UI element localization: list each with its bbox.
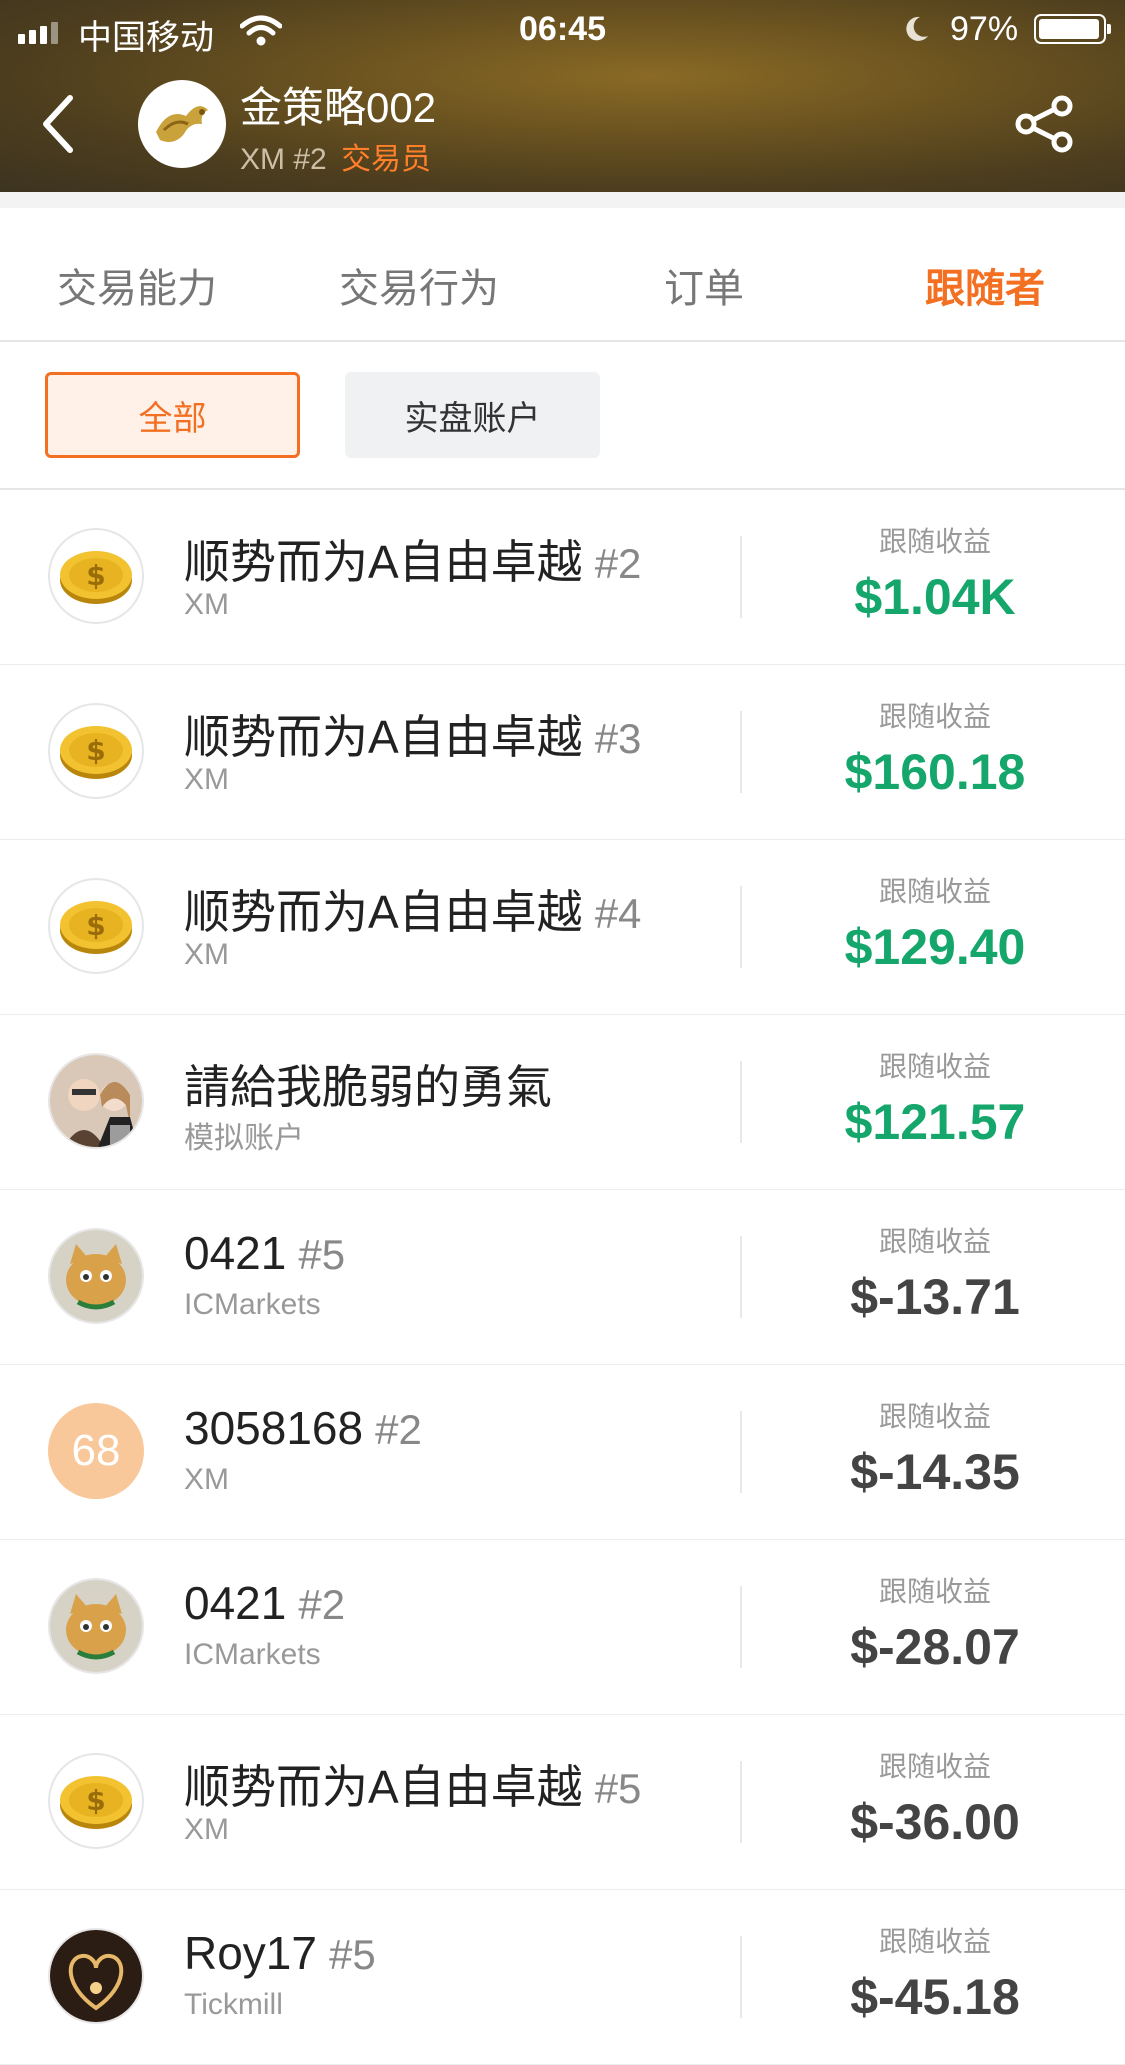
svg-text:$: $ <box>86 559 105 592</box>
profit-value: $129.40 <box>844 919 1026 975</box>
status-bar: 中国移动 06:45 97% <box>0 0 1125 60</box>
follower-broker: XM <box>184 1463 229 1496</box>
svg-text:$: $ <box>86 909 105 942</box>
filter-live-account-button[interactable]: 实盘账户 <box>345 372 600 458</box>
follower-name: 0421 #2 <box>184 1577 346 1629</box>
follower-broker: ICMarkets <box>184 1288 321 1321</box>
follower-broker: Tickmill <box>184 1988 283 2021</box>
profit-value: $-36.00 <box>850 1794 1020 1850</box>
follower-broker: XM <box>184 938 229 971</box>
cat-avatar <box>48 1228 144 1324</box>
row-divider <box>740 711 742 793</box>
heart-avatar <box>48 1928 144 2024</box>
strategy-name: 金策略002 <box>240 84 437 131</box>
row-divider <box>740 886 742 968</box>
coin-avatar: $ <box>48 878 144 974</box>
follower-broker: XM <box>184 763 229 796</box>
row-divider <box>740 1936 742 2018</box>
svg-text:$: $ <box>86 1784 105 1817</box>
row-divider <box>740 1411 742 1493</box>
tab-bar: 交易能力 交易行为 订单 跟随者 <box>0 208 1125 342</box>
filter-bar: 全部 实盘账户 <box>0 342 1125 490</box>
tab-trading-ability[interactable]: 交易能力 <box>57 256 217 314</box>
profit-label: 跟随收益 <box>878 1401 991 1432</box>
back-arrow-icon[interactable] <box>38 92 78 156</box>
profit-label: 跟随收益 <box>878 876 991 907</box>
profit-value: $1.04K <box>854 569 1016 625</box>
follower-row[interactable]: 請給我脆弱的勇氣 模拟账户 跟随收益 $121.57 <box>0 1015 1125 1190</box>
follower-row[interactable]: $ 顺势而为A自由卓越 #2 XM 跟随收益 $1.04K <box>0 490 1125 665</box>
battery-icon <box>1034 14 1111 44</box>
follower-name: Roy17 #5 <box>184 1927 376 1979</box>
profit-label: 跟随收益 <box>878 526 991 557</box>
filter-all-button[interactable]: 全部 <box>45 372 300 458</box>
svg-text:$: $ <box>86 734 105 767</box>
coin-avatar: $ <box>48 703 144 799</box>
follower-broker: XM <box>184 1813 229 1846</box>
follower-broker: XM <box>184 588 229 621</box>
row-divider <box>740 1586 742 1668</box>
tab-followers[interactable]: 跟随者 <box>925 256 1045 314</box>
header-divider <box>0 192 1125 208</box>
battery-percent: 97% <box>950 10 1019 48</box>
profit-label: 跟随收益 <box>878 1576 991 1607</box>
follower-name: 請給我脆弱的勇氣 <box>184 1061 552 1113</box>
profit-value: $-14.35 <box>850 1444 1020 1500</box>
follower-name: 3058168 #2 <box>184 1402 422 1454</box>
profit-value: $-28.07 <box>850 1619 1020 1675</box>
user-photo-avatar <box>48 1053 144 1149</box>
row-divider <box>740 1236 742 1318</box>
follower-broker: ICMarkets <box>184 1638 321 1671</box>
tab-trading-behavior[interactable]: 交易行为 <box>339 256 499 314</box>
profit-label: 跟随收益 <box>878 1926 991 1957</box>
tab-orders[interactable]: 订单 <box>664 256 744 314</box>
follower-broker: 模拟账户 <box>184 1122 304 1155</box>
row-divider <box>740 1061 742 1143</box>
strategy-subtitle: XM #2 交易员 <box>240 134 431 178</box>
app-header: 中国移动 06:45 97% 金策略002 XM #2 交易员 <box>0 0 1125 192</box>
follower-name: 0421 #5 <box>184 1227 346 1279</box>
follower-name: 顺势而为A自由卓越 #4 <box>184 886 642 938</box>
row-divider <box>740 1761 742 1843</box>
role-label: 交易员 <box>341 143 432 176</box>
follower-row[interactable]: $ 顺势而为A自由卓越 #5 XM 跟随收益 $-36.00 <box>0 1715 1125 1890</box>
coin-avatar: $ <box>48 528 144 624</box>
row-divider <box>740 536 742 618</box>
initials-avatar: 68 <box>48 1403 144 1499</box>
follower-row[interactable]: 68 3058168 #2 XM 跟随收益 $-14.35 <box>0 1365 1125 1540</box>
profit-value: $-45.18 <box>850 1969 1020 2025</box>
moon-icon <box>906 16 928 41</box>
share-icon[interactable] <box>1014 94 1078 154</box>
follower-row[interactable]: Roy17 #5 Tickmill 跟随收益 $-45.18 <box>0 1890 1125 2065</box>
profit-value: $-13.71 <box>850 1269 1020 1325</box>
profit-label: 跟随收益 <box>878 1051 991 1082</box>
cat-avatar <box>48 1578 144 1674</box>
dragon-icon <box>156 106 208 142</box>
follower-name: 顺势而为A自由卓越 #3 <box>184 711 642 763</box>
profit-label: 跟随收益 <box>878 1226 991 1257</box>
coin-avatar: $ <box>48 1753 144 1849</box>
strategy-avatar[interactable] <box>138 80 226 168</box>
profit-label: 跟随收益 <box>878 701 991 732</box>
follower-row[interactable]: $ 顺势而为A自由卓越 #3 XM 跟随收益 $160.18 <box>0 665 1125 840</box>
account-tag: #2 <box>293 143 327 176</box>
profit-label: 跟随收益 <box>878 1751 991 1782</box>
profit-value: $121.57 <box>844 1094 1026 1150</box>
profit-value: $160.18 <box>844 744 1026 800</box>
follower-row[interactable]: 0421 #5 ICMarkets 跟随收益 $-13.71 <box>0 1190 1125 1365</box>
follower-name: 顺势而为A自由卓越 #2 <box>184 536 642 588</box>
follower-row[interactable]: $ 顺势而为A自由卓越 #4 XM 跟随收益 $129.40 <box>0 840 1125 1015</box>
broker-label: XM <box>240 143 285 176</box>
follower-name: 顺势而为A自由卓越 #5 <box>184 1761 642 1813</box>
follower-row[interactable]: 0421 #2 ICMarkets 跟随收益 $-28.07 <box>0 1540 1125 1715</box>
follower-list: $ 顺势而为A自由卓越 #2 XM 跟随收益 $1.04K $ 顺势而为A自由卓越… <box>0 490 1125 2065</box>
